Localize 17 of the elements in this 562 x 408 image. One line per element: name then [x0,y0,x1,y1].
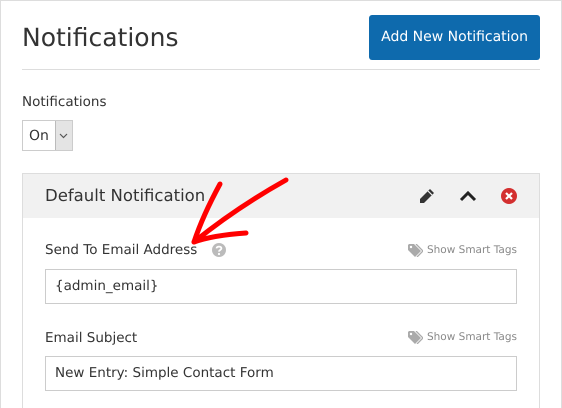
notifications-label: Notifications [22,93,108,112]
tag-icon [408,244,423,257]
notifications-select[interactable]: On [22,120,73,152]
smart-tags-link[interactable]: Show Smart Tags [408,242,517,258]
caret-icon [59,132,68,139]
tag-icon [408,331,423,344]
page-title: Notifications [22,25,178,50]
add-notification-button[interactable]: Add New Notification [369,15,540,60]
field-label: Send To Email Address [45,241,198,260]
text-input[interactable]: {admin_email} [45,268,517,304]
field-label: Email Subject [45,328,138,348]
edit-icon[interactable] [419,188,435,204]
text-input[interactable]: New Entry: Simple Contact Form [45,356,517,391]
smart-tags-link[interactable]: Show Smart Tags [408,330,517,346]
close-icon[interactable] [501,188,517,204]
collapse-icon[interactable] [459,190,477,203]
panel-title: Default Notification [45,184,206,207]
